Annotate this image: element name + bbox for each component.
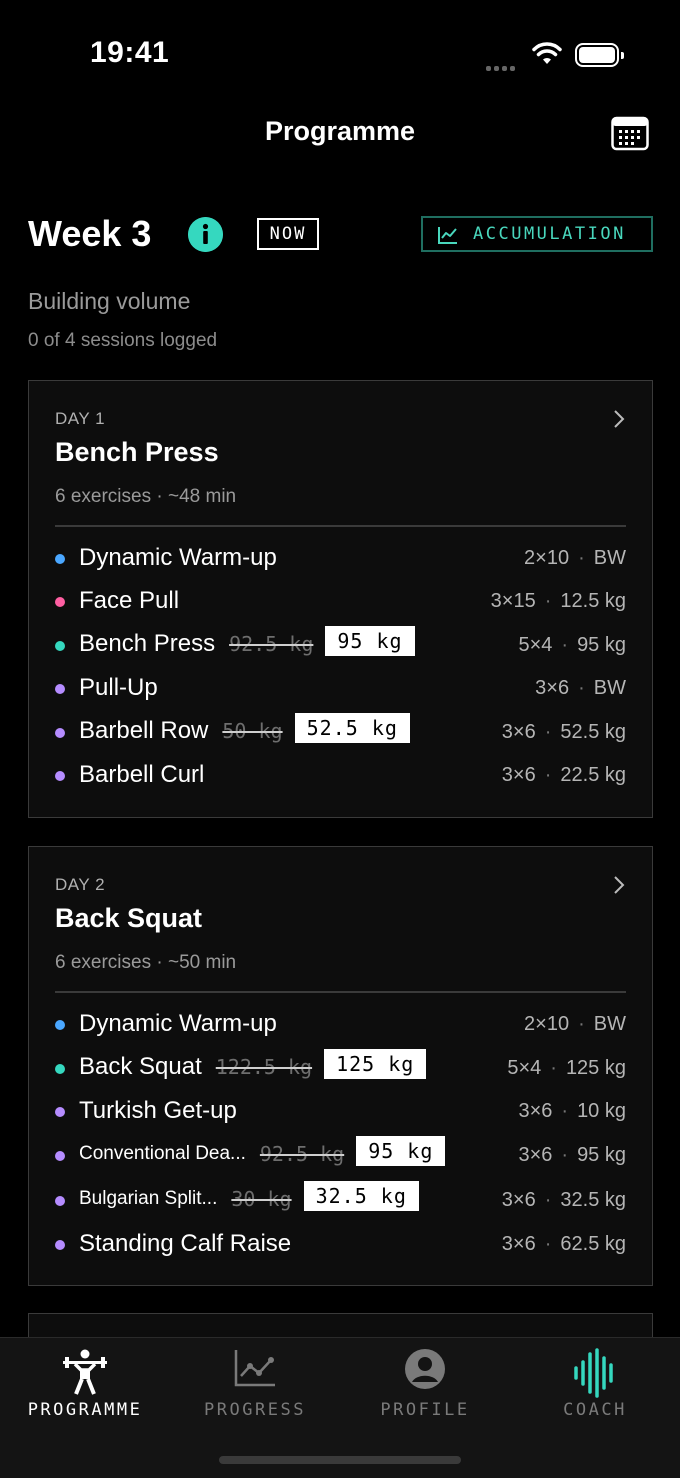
home-indicator (219, 1456, 461, 1464)
calendar-icon[interactable] (611, 115, 649, 151)
exercise-row[interactable]: Barbell Curl 3×6 · 22.5 kg (55, 756, 626, 796)
tab-profile[interactable]: PROFILE (340, 1338, 510, 1438)
exercise-prescription: 2×10 · BW (524, 547, 626, 569)
battery-icon (575, 43, 624, 67)
chevron-right-icon (614, 410, 625, 428)
day-meta: 6 exercises · ~48 min (55, 486, 237, 507)
new-weight-badge: 125 kg (324, 1049, 427, 1079)
exercise-name: Bulgarian Split... (79, 1188, 218, 1209)
exercise-name: Conventional Dea... (79, 1143, 246, 1164)
week-subtitle: Building volume (28, 288, 191, 314)
exercise-row[interactable]: Dynamic Warm-up 2×10 · BW (55, 1005, 626, 1045)
previous-weight: 122.5 kg (215, 1055, 313, 1079)
chart-icon (234, 1350, 275, 1387)
category-dot (55, 1020, 65, 1030)
exercise-prescription: 3×6 · 32.5 kg (501, 1189, 626, 1211)
exercise-prescription: 3×6 · 22.5 kg (501, 764, 626, 786)
new-weight-badge: 52.5 kg (294, 713, 410, 743)
exercise-name: Dynamic Warm-up (79, 544, 277, 571)
exercise-name: Face Pull (79, 587, 180, 614)
category-dot (55, 684, 65, 694)
previous-weight: 30 kg (231, 1187, 292, 1211)
category-dot (55, 1151, 65, 1161)
exercise-name: Dynamic Warm-up (79, 1010, 277, 1037)
tab-label: PROGRAMME (27, 1400, 143, 1420)
exercise-row[interactable]: Conventional Dea... 92.5 kg 95 kg 3×6 · 95… (55, 1136, 626, 1176)
day-title: Bench Press (55, 437, 219, 467)
exercise-name: Barbell Curl (79, 761, 205, 788)
exercise-row[interactable]: Face Pull 3×15 · 12.5 kg (55, 582, 626, 622)
exercise-prescription: 3×6 · BW (535, 677, 626, 699)
category-dot (55, 597, 65, 607)
exercise-prescription: 3×6 · 95 kg (518, 1144, 626, 1166)
day-card-2[interactable]: DAY 2 Back Squat 6 exercises · ~50 min D… (28, 846, 653, 1286)
day-label: DAY 1 (55, 409, 106, 428)
new-weight-badge: 95 kg (325, 626, 415, 656)
phase-badge[interactable]: ACCUMULATION (421, 216, 653, 252)
tab-coach[interactable]: COACH (510, 1338, 680, 1438)
new-weight-badge: 95 kg (356, 1136, 446, 1166)
previous-weight: 92.5 kg (229, 632, 314, 656)
exercise-prescription: 3×6 · 62.5 kg (501, 1233, 626, 1255)
exercise-row[interactable]: Bench Press 92.5 kg 95 kg 5×4 · 95 kg (55, 626, 626, 666)
new-weight-badge: 32.5 kg (303, 1181, 419, 1211)
category-dot (55, 1240, 65, 1250)
day-meta: 6 exercises · ~50 min (55, 952, 237, 973)
exercise-prescription: 5×4 · 125 kg (507, 1057, 626, 1079)
exercise-prescription: 5×4 · 95 kg (518, 634, 626, 656)
exercise-name: Bench Press (79, 630, 216, 657)
exercise-prescription: 3×6 · 10 kg (518, 1100, 626, 1122)
signal-icon (486, 58, 522, 71)
status-time: 19:41 (90, 36, 170, 69)
exercise-prescription: 3×15 · 12.5 kg (490, 590, 626, 612)
category-dot (55, 1107, 65, 1117)
category-dot (55, 554, 65, 564)
exercise-prescription: 3×6 · 52.5 kg (501, 721, 626, 743)
exercise-row[interactable]: Turkish Get-up 3×6 · 10 kg (55, 1092, 626, 1132)
day-title: Back Squat (55, 903, 203, 933)
info-icon[interactable] (188, 217, 223, 252)
page-title: Programme (264, 116, 416, 146)
week-title: Week 3 (28, 213, 152, 254)
exercise-row[interactable]: Back Squat 122.5 kg 125 kg 5×4 · 125 kg (55, 1049, 626, 1089)
phase-label: ACCUMULATION (473, 224, 626, 244)
previous-weight: 92.5 kg (259, 1142, 345, 1166)
category-dot (55, 641, 65, 651)
now-badge: NOW (257, 218, 319, 250)
tab-progress[interactable]: PROGRESS (170, 1338, 340, 1438)
day-label: DAY 2 (55, 875, 106, 894)
exercise-name: Pull-Up (79, 674, 158, 701)
exercise-row[interactable]: Bulgarian Split... 30 kg 32.5 kg 3×6 · 32.… (55, 1181, 626, 1221)
chevron-right-icon (614, 876, 625, 894)
exercise-row[interactable]: Barbell Row 50 kg 52.5 kg 3×6 · 52.5 kg (55, 713, 626, 753)
category-dot (55, 771, 65, 781)
exercise-name: Standing Calf Raise (79, 1230, 292, 1257)
tab-label: PROGRESS (204, 1400, 306, 1420)
waveform-icon (574, 1348, 613, 1398)
tab-label: COACH (563, 1400, 627, 1420)
tab-programme[interactable]: PROGRAMME (0, 1338, 170, 1438)
category-dot (55, 1064, 65, 1074)
category-dot (55, 728, 65, 738)
tab-label: PROFILE (380, 1400, 470, 1420)
exercise-name: Barbell Row (79, 717, 209, 744)
weightlifter-icon (63, 1349, 107, 1395)
divider (55, 991, 626, 993)
exercise-name: Turkish Get-up (79, 1097, 237, 1124)
sessions-count: 0 of 4 sessions logged (28, 330, 218, 351)
previous-weight: 50 kg (222, 719, 283, 743)
category-dot (55, 1196, 65, 1206)
person-icon (405, 1349, 445, 1389)
exercise-row[interactable]: Pull-Up 3×6 · BW (55, 669, 626, 709)
exercise-row[interactable]: Standing Calf Raise 3×6 · 62.5 kg (55, 1225, 626, 1265)
divider (55, 525, 626, 527)
exercise-row[interactable]: Dynamic Warm-up 2×10 · BW (55, 539, 626, 579)
exercise-prescription: 2×10 · BW (524, 1013, 626, 1035)
day-card-1[interactable]: DAY 1 Bench Press 6 exercises · ~48 min … (28, 380, 653, 818)
exercise-name: Back Squat (79, 1053, 202, 1080)
wifi-icon (532, 42, 562, 64)
trend-chart-icon (438, 227, 457, 244)
